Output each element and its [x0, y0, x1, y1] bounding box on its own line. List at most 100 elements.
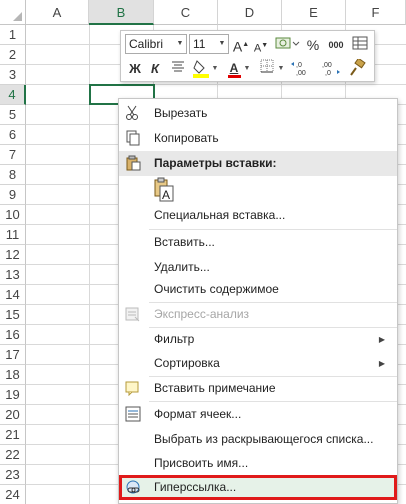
row-header-12[interactable]: 12	[0, 245, 26, 265]
menu-item-label: Вырезать	[154, 106, 208, 120]
align-center-icon	[172, 61, 184, 72]
thousands-separator-button[interactable]: 000	[325, 35, 347, 55]
row-header-17[interactable]: 17	[0, 345, 26, 365]
decrease-decimal-icon: ,00 ,0	[322, 62, 340, 77]
paste-options-label: Параметры вставки:	[154, 156, 277, 170]
row-header-24[interactable]: 24	[0, 485, 26, 504]
menu-item-clear-contents[interactable]: Очистить содержимое	[119, 277, 397, 302]
svg-text:,0: ,0	[325, 70, 331, 77]
menu-item-label: Фильтр	[154, 332, 195, 346]
increase-decimal-icon: ,0 ,00	[291, 62, 306, 77]
decrease-decimal-button[interactable]: ,00 ,0	[317, 59, 343, 79]
menu-item-label: Специальная вставка...	[154, 208, 286, 222]
format-painter-button[interactable]	[347, 57, 367, 79]
table-format-icon	[352, 36, 368, 50]
mini-toolbar: Calibri ▼ 11 ▼ A▲ A▼ % 000 Ж К ▼ A ▼ ▼ ,…	[120, 30, 375, 82]
row-header-21[interactable]: 21	[0, 425, 26, 445]
chevron-down-icon[interactable]: ▼	[174, 35, 186, 53]
font-color-bar	[228, 75, 241, 78]
row-header-6[interactable]: 6	[0, 125, 26, 145]
font-name-combo[interactable]: Calibri ▼	[125, 34, 187, 54]
row-header-2[interactable]: 2	[0, 45, 26, 65]
percent-format-button[interactable]: %	[305, 35, 321, 55]
copy-icon	[125, 130, 141, 146]
menu-item-pick-from-list[interactable]: Выбрать из раскрывающегося списка...	[119, 427, 397, 452]
font-color-letter: A	[229, 61, 239, 75]
menu-item-label: Сортировка	[154, 356, 220, 370]
row-header-9[interactable]: 9	[0, 185, 26, 205]
clipboard-icon	[125, 155, 141, 171]
row-header-5[interactable]: 5	[0, 105, 26, 125]
format-cells-icon	[125, 406, 141, 422]
menu-item-copy[interactable]: Копировать	[119, 126, 397, 151]
chevron-down-icon[interactable]: ▼	[243, 59, 251, 79]
borders-button[interactable]	[259, 59, 275, 79]
quick-analysis-icon	[125, 306, 141, 322]
paste-clipboard-icon: A	[154, 177, 174, 202]
menu-item-paste-special[interactable]: Специальная вставка...	[119, 203, 397, 228]
bold-button[interactable]: Ж	[127, 59, 143, 79]
row-header-1[interactable]: 1	[0, 25, 26, 45]
row-header-20[interactable]: 20	[0, 405, 26, 425]
align-center-button[interactable]	[169, 59, 187, 79]
menu-item-sort[interactable]: Сортировка ▶	[119, 351, 397, 376]
row-header-10[interactable]: 10	[0, 205, 26, 225]
font-color-button[interactable]: A	[225, 58, 243, 78]
increase-font-button[interactable]: A▲	[232, 35, 250, 55]
menu-item-insert[interactable]: Вставить...	[119, 230, 397, 255]
column-header-d[interactable]: D	[218, 0, 282, 25]
increase-decimal-button[interactable]: ,0 ,00	[289, 59, 315, 79]
row-header-19[interactable]: 19	[0, 385, 26, 405]
column-header-c[interactable]: C	[154, 0, 218, 25]
italic-button[interactable]: К	[147, 59, 163, 79]
column-header-b[interactable]: B	[89, 0, 154, 25]
row-header-23[interactable]: 23	[0, 465, 26, 485]
row-header-22[interactable]: 22	[0, 445, 26, 465]
menu-item-insert-comment[interactable]: Вставить примечание	[119, 376, 397, 401]
row-header-14[interactable]: 14	[0, 285, 26, 305]
menu-item-format-cells[interactable]: Формат ячеек...	[119, 402, 397, 427]
increase-font-label: A	[232, 38, 243, 55]
select-all-corner[interactable]	[0, 0, 26, 25]
row-header-8[interactable]: 8	[0, 165, 26, 185]
fill-color-button[interactable]	[191, 58, 211, 78]
menu-item-label: Гиперссылка...	[154, 480, 237, 494]
borders-icon	[260, 59, 274, 73]
chevron-down-icon[interactable]: ▼	[277, 59, 285, 79]
menu-item-label: Копировать	[154, 131, 219, 145]
accounting-format-icon	[275, 37, 300, 49]
chevron-down-icon[interactable]: ▼	[211, 59, 219, 79]
decrease-font-button[interactable]: A▼	[253, 36, 269, 56]
scissors-icon	[125, 105, 141, 121]
paste-option-button[interactable]: A	[153, 177, 175, 203]
svg-text:,0: ,0	[296, 62, 302, 69]
menu-item-label: Присвоить имя...	[154, 456, 249, 470]
chevron-down-icon[interactable]: ▼	[216, 35, 228, 53]
row-header-18[interactable]: 18	[0, 365, 26, 385]
column-header-f[interactable]: F	[346, 0, 406, 25]
menu-item-hyperlink[interactable]: Гиперссылка...	[119, 475, 397, 500]
column-header-a[interactable]: A	[26, 0, 89, 25]
row-header-11[interactable]: 11	[0, 225, 26, 245]
row-header-4[interactable]: 4	[0, 85, 26, 105]
menu-item-define-name[interactable]: Присвоить имя...	[119, 451, 397, 476]
row-header-13[interactable]: 13	[0, 265, 26, 285]
format-painter-table-button[interactable]	[351, 35, 369, 55]
menu-item-label: Очистить содержимое	[154, 282, 279, 296]
menu-item-label: Формат ячеек...	[154, 407, 242, 421]
menu-item-filter[interactable]: Фильтр ▶	[119, 327, 397, 352]
menu-item-cut[interactable]: Вырезать	[119, 101, 397, 126]
font-size-combo[interactable]: 11 ▼	[189, 34, 229, 54]
fill-bucket-icon	[193, 60, 209, 78]
accounting-format-button[interactable]	[273, 35, 301, 55]
svg-text:A: A	[162, 188, 170, 202]
row-header-15[interactable]: 15	[0, 305, 26, 325]
row-header-16[interactable]: 16	[0, 325, 26, 345]
menu-item-label: Вставить примечание	[154, 381, 276, 395]
row-header-7[interactable]: 7	[0, 145, 26, 165]
submenu-arrow-icon: ▶	[378, 335, 385, 344]
column-header-e[interactable]: E	[282, 0, 346, 25]
menu-item-quick-analysis: Экспресс-анализ	[119, 302, 397, 327]
row-header-3[interactable]: 3	[0, 65, 26, 85]
paste-options-header: Параметры вставки:	[119, 151, 397, 176]
